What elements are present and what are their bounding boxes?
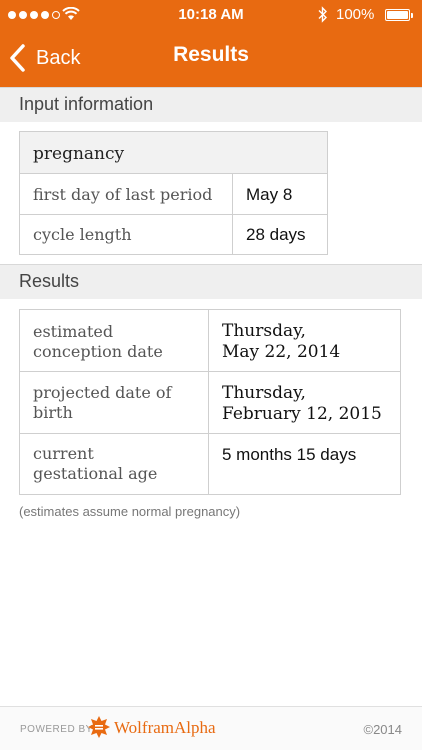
table-row: projected date of birth xyxy=(20,372,209,434)
footer: POWERED BY WolframAlpha ©2014 xyxy=(0,706,422,750)
table-row: current gestational age xyxy=(20,434,209,494)
copyright: ©2014 xyxy=(363,722,403,737)
row-label: estimated conception date xyxy=(33,322,163,362)
row-value-line: February 12, 2015 xyxy=(222,404,382,424)
section-title: Results xyxy=(19,271,80,291)
row-value-cell: May 8 xyxy=(233,174,327,215)
row-label-line: current xyxy=(33,444,94,463)
row-label: projected date of birth xyxy=(33,383,171,423)
row-label-line: gestational age xyxy=(33,464,158,483)
row-label-line: projected date of xyxy=(33,383,172,402)
row-value: May 8 xyxy=(246,185,293,204)
app-header: 10:18 AM 100% Back Results xyxy=(0,0,422,88)
row-label-line: conception date xyxy=(33,342,163,361)
row-label: first day of last period xyxy=(33,185,213,204)
input-table: pregnancy first day of last period May 8… xyxy=(19,131,328,255)
brand-name[interactable]: WolframAlpha xyxy=(114,718,216,738)
row-value: Thursday, May 22, 2014 xyxy=(222,321,340,363)
row-value: 5 months 15 days xyxy=(222,445,357,464)
input-table-title-cell: pregnancy xyxy=(20,132,327,174)
input-table-title: pregnancy xyxy=(33,144,125,164)
bluetooth-icon xyxy=(318,6,327,23)
row-label-line: birth xyxy=(33,403,73,422)
section-header-results: Results xyxy=(0,264,422,299)
battery-percentage: 100% xyxy=(336,6,375,23)
row-value-cell: 5 months 15 days xyxy=(209,434,400,494)
battery-icon xyxy=(385,9,413,21)
row-value-line: Thursday, xyxy=(222,383,306,403)
table-row: cycle length xyxy=(20,215,233,254)
table-row: estimated conception date xyxy=(20,310,209,372)
row-value: 28 days xyxy=(246,225,306,244)
results-table: estimated conception date Thursday, May … xyxy=(19,309,401,495)
row-value-cell: 28 days xyxy=(233,215,327,254)
row-value-line: May 22, 2014 xyxy=(222,342,341,362)
row-value-cell: Thursday, May 22, 2014 xyxy=(209,310,400,372)
row-value: Thursday, February 12, 2015 xyxy=(222,383,382,425)
row-label: cycle length xyxy=(33,225,132,244)
row-value-cell: Thursday, February 12, 2015 xyxy=(209,372,400,434)
section-title: Input information xyxy=(19,94,154,114)
row-value-line: Thursday, xyxy=(222,321,306,341)
row-label-line: estimated xyxy=(33,322,114,341)
navigation-bar: Back Results xyxy=(0,30,422,88)
wolframalpha-logo-icon xyxy=(88,716,110,738)
section-header-input: Input information xyxy=(0,87,422,122)
results-note: (estimates assume normal pregnancy) xyxy=(19,504,241,519)
powered-by-label: POWERED BY xyxy=(20,724,93,735)
status-bar: 10:18 AM 100% xyxy=(0,0,422,30)
row-label: current gestational age xyxy=(33,444,157,484)
page-title: Results xyxy=(173,43,249,66)
table-row: first day of last period xyxy=(20,174,233,215)
